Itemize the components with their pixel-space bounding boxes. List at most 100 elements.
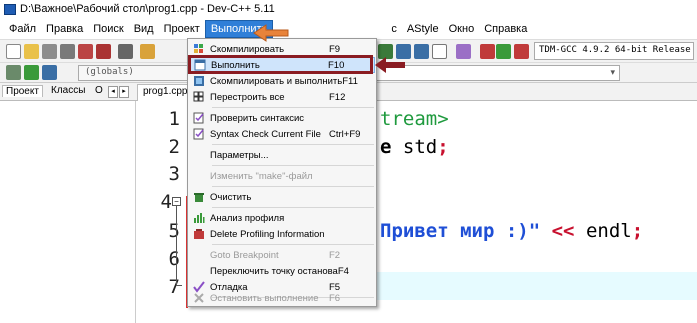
code-include: tream> (380, 108, 449, 130)
syntax-check-file-icon (193, 128, 205, 140)
menu-item-rebuild[interactable]: Перестроить все F12 (189, 89, 375, 105)
chevron-down-icon: ▾ (610, 67, 615, 77)
menu-item-label: Очистить (210, 191, 252, 203)
insert-icon[interactable] (6, 65, 21, 80)
menu-item-shortcut: F6 (329, 292, 341, 304)
profile-delete-icon[interactable] (514, 44, 529, 59)
compile-run-icon (193, 75, 205, 87)
member-select[interactable]: ▾ (376, 65, 620, 81)
window-title: D:\Важное\Рабочий стол\prog1.cpp - Dev-C… (20, 3, 275, 15)
menu-item-label: Перестроить все (210, 91, 285, 103)
blank-icon (193, 149, 205, 161)
menu-help[interactable]: Справка (479, 21, 532, 37)
line-number: 4 (160, 191, 172, 213)
fold-end (176, 285, 182, 286)
menu-item-shortcut: F12 (329, 91, 346, 103)
toggle-bookmark-icon[interactable] (24, 65, 39, 80)
stop-build-icon[interactable] (480, 44, 495, 59)
save-all-icon[interactable] (60, 44, 75, 59)
menu-item-shortcut: F11 (342, 75, 358, 87)
file-tab-prog1[interactable]: prog1.cpp (137, 84, 194, 101)
project-panel[interactable] (0, 101, 136, 323)
menu-search[interactable]: Поиск (88, 21, 128, 37)
menu-item-delete-profiling[interactable]: Delete Profiling Information (189, 226, 375, 242)
code-semicolon: ; (631, 220, 644, 242)
blank-icon (193, 265, 205, 277)
fold-line (176, 206, 177, 286)
goto-bookmark-icon[interactable] (42, 65, 57, 80)
line-number: 2 (168, 136, 180, 158)
close-all-icon[interactable] (96, 44, 111, 59)
compiler-select[interactable]: TDM-GCC 4.9.2 64-bit Release (534, 42, 694, 60)
menu-item-label: Скомпилировать (210, 43, 285, 55)
tab-debug[interactable]: О (92, 85, 106, 96)
code-semicolon: ; (437, 136, 449, 158)
menu-item-clean[interactable]: Очистить (189, 189, 375, 205)
delete-profile-icon (193, 228, 205, 240)
menu-item-shortcut: Ctrl+F9 (329, 128, 361, 140)
menu-item-label: Проверить синтаксис (210, 112, 305, 124)
menu-astyle[interactable]: AStyle (402, 21, 444, 37)
menu-separator (212, 244, 374, 245)
undo-icon[interactable] (140, 44, 155, 59)
tile-icon[interactable] (414, 44, 429, 59)
code-cout: Привет мир :)" << endl; (380, 220, 643, 242)
blank-icon (193, 249, 205, 261)
menu-item-toggle-breakpoint[interactable]: Переключить точку останова F4 (189, 263, 375, 279)
tab-project[interactable]: Проект (2, 85, 43, 97)
menu-item-label: Delete Profiling Information (210, 228, 325, 240)
annotation-arrow-left-icon (253, 24, 289, 42)
code-operator: << (551, 220, 575, 242)
blank-icon (193, 170, 205, 182)
tab-classes[interactable]: Классы (48, 85, 88, 96)
code-string: Привет мир :)" (380, 220, 541, 242)
menu-item-parameters[interactable]: Параметры... (189, 147, 375, 163)
chart-icon[interactable] (496, 44, 511, 59)
close-file-icon[interactable] (78, 44, 93, 59)
open-folder-icon[interactable] (24, 44, 39, 59)
menu-item-label: Скомпилировать и выполнить (210, 75, 343, 87)
line-number: 1 (168, 108, 180, 130)
title-bar: D:\Важное\Рабочий стол\prog1.cpp - Dev-C… (0, 0, 697, 18)
code-using: e std; (380, 136, 449, 158)
tab-next-icon[interactable]: ▸ (119, 86, 129, 98)
menu-item-label: Изменить "make"-файл (210, 170, 313, 182)
menu-item-label: Goto Breakpoint (210, 249, 279, 261)
menu-edit[interactable]: Правка (41, 21, 88, 37)
menu-view[interactable]: Вид (129, 21, 159, 37)
menu-separator (212, 165, 374, 166)
menu-item-label: Параметры... (210, 149, 269, 161)
check-icon[interactable] (456, 44, 471, 59)
menu-tools-partial[interactable]: с (273, 21, 402, 37)
class-browser-select[interactable]: (globals) (78, 65, 188, 81)
rebuild-icon (193, 91, 205, 103)
menu-item-goto-breakpoint[interactable]: Goto Breakpoint F2 (189, 247, 375, 263)
menu-item-label: Переключить точку останова (210, 265, 338, 277)
menu-item-profile[interactable]: Анализ профиля (189, 210, 375, 226)
tab-prev-icon[interactable]: ◂ (108, 86, 118, 98)
menu-separator (212, 107, 374, 108)
menu-file[interactable]: Файл (4, 21, 41, 37)
menu-item-syntax-check[interactable]: Проверить синтаксис (189, 110, 375, 126)
menu-project[interactable]: Проект (159, 21, 205, 37)
new-file-icon[interactable] (6, 44, 21, 59)
menu-item-shortcut: F9 (329, 43, 341, 55)
menu-window[interactable]: Окно (444, 21, 480, 37)
menu-separator (212, 144, 374, 145)
annotation-arrow-left-icon (375, 57, 405, 73)
menu-item-syntax-check-file[interactable]: Syntax Check Current File Ctrl+F9 (189, 126, 375, 142)
save-icon[interactable] (42, 44, 57, 59)
menu-item-compile-run[interactable]: Скомпилировать и выполнить F11 (189, 73, 375, 89)
layout-icon[interactable] (432, 44, 447, 59)
menu-separator (212, 207, 374, 208)
menu-item-shortcut: F4 (337, 265, 349, 277)
print-icon[interactable] (118, 44, 133, 59)
menu-bar: Файл Правка Поиск Вид Проект Выполнить с… (0, 19, 697, 39)
menu-item-edit-makefile[interactable]: Изменить "make"-файл (189, 168, 375, 184)
menu-item-shortcut: F2 (329, 249, 341, 261)
syntax-check-icon (193, 112, 205, 124)
fold-collapse-icon[interactable]: − (172, 197, 181, 206)
devcpp-app-icon (4, 3, 16, 15)
menu-item-label: Остановить выполнение (210, 292, 319, 304)
menu-item-stop[interactable]: Остановить выполнение F6 (189, 291, 375, 305)
